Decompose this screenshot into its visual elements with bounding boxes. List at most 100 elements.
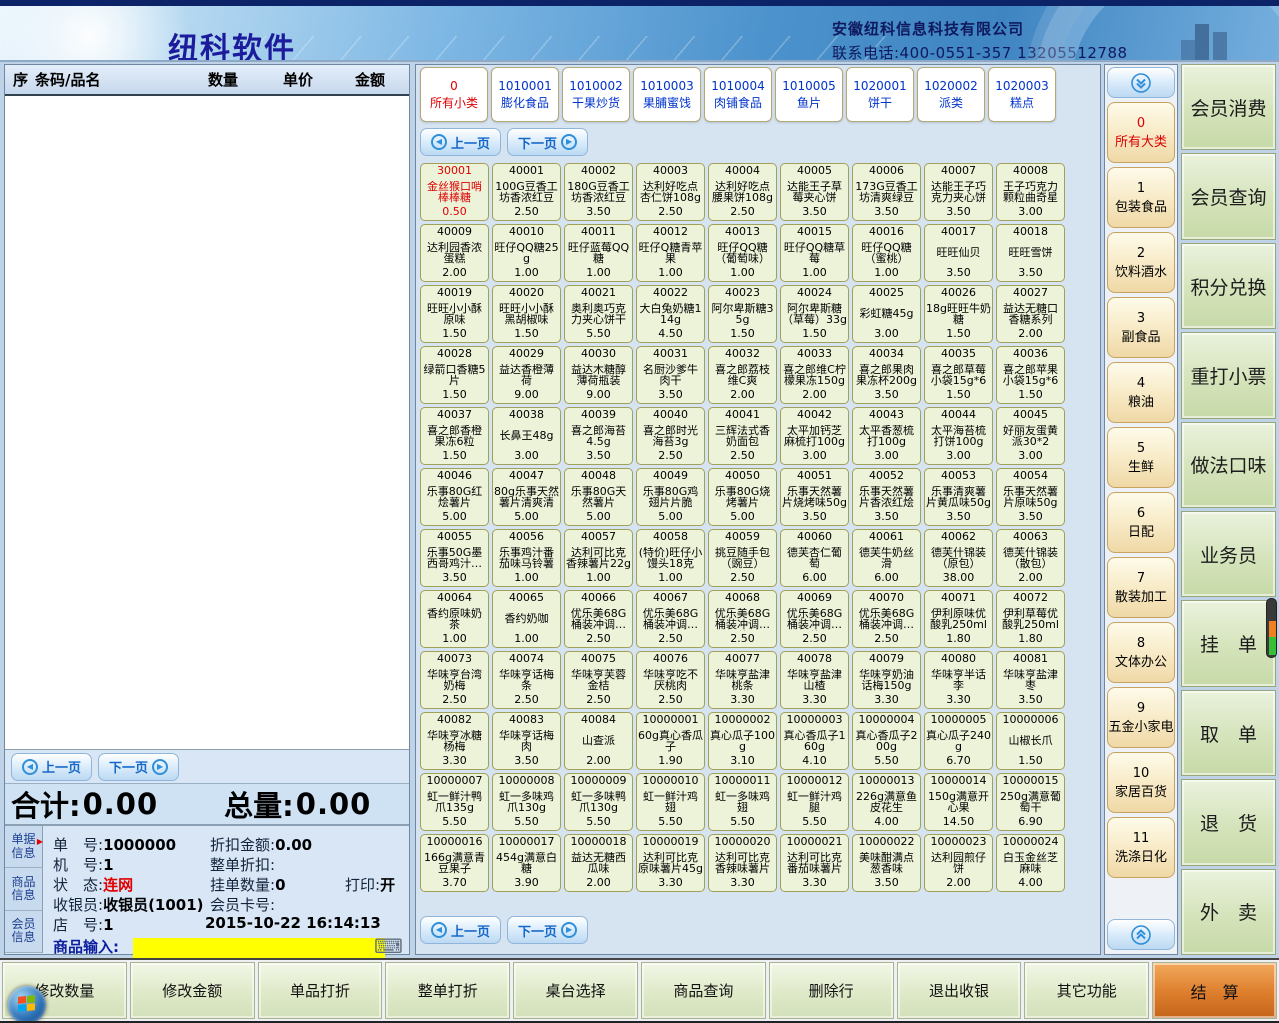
- product-tile[interactable]: 10000017 454g满意白糖 3.90: [492, 834, 561, 892]
- goods-input[interactable]: [133, 938, 385, 958]
- tab-member-info[interactable]: 会员信息: [5, 911, 42, 953]
- product-tile[interactable]: 40017 旺旺仙贝 3.50: [924, 224, 993, 282]
- product-tile[interactable]: 40055 乐事50G墨西哥鸡汁薯片 3.50: [420, 529, 489, 587]
- action-button[interactable]: 结 算: [1152, 962, 1277, 1019]
- main-category-button[interactable]: 11 洗涤日化: [1107, 817, 1175, 878]
- product-tile[interactable]: 10000008 虹一多味鸡爪130g 5.50: [492, 773, 561, 831]
- product-tile[interactable]: 40028 绿箭口香糖5片 1.50: [420, 346, 489, 404]
- product-tile[interactable]: 10000022 美味酣满点葱香味 3.50: [852, 834, 921, 892]
- product-tile[interactable]: 30001 金丝猴口哨棒棒糖 0.50: [420, 163, 489, 221]
- subcategory-button[interactable]: 1010002 干果炒货: [562, 67, 630, 122]
- main-category-button[interactable]: 5 生鲜: [1107, 427, 1175, 488]
- product-tile[interactable]: 40072 伊利草莓优酸乳250ml 1.80: [996, 590, 1065, 648]
- windows-start-button[interactable]: [8, 986, 46, 1023]
- product-tile[interactable]: 40084 山查派 2.00: [564, 712, 633, 770]
- product-tile[interactable]: 40051 乐事天然薯片烧烤味50g 3.50: [780, 468, 849, 526]
- product-tile[interactable]: 40077 华味亨盐津桃条 3.30: [708, 651, 777, 709]
- product-tile[interactable]: 40003 达利好吃点杏仁饼108g 2.50: [636, 163, 705, 221]
- product-tile[interactable]: 40011 旺仔蓝莓QQ糖 1.00: [564, 224, 633, 282]
- function-button[interactable]: 取 单: [1181, 690, 1276, 776]
- subcategory-button[interactable]: 1010005 鱼片: [775, 67, 843, 122]
- main-category-button[interactable]: 0 所有大类: [1107, 102, 1175, 163]
- product-tile[interactable]: 40063 德芙什锦装（散包） 2.00: [996, 529, 1065, 587]
- product-tile[interactable]: 40029 益达香橙薄荷 9.00: [492, 346, 561, 404]
- function-button[interactable]: 退 货: [1181, 779, 1276, 865]
- product-tile[interactable]: 40036 喜之郎苹果小袋15g*6 1.50: [996, 346, 1065, 404]
- subcat-prev-page-button[interactable]: ◀ 上一页: [420, 128, 501, 156]
- product-tile[interactable]: 40053 乐事清爽薯片黄瓜味50g 3.50: [924, 468, 993, 526]
- scroll-up-button[interactable]: [1107, 919, 1175, 950]
- product-tile[interactable]: 40049 乐事80G鸡翅片片脆 5.00: [636, 468, 705, 526]
- product-tile[interactable]: 40033 喜之郎维C柠檬果冻150g 2.00: [780, 346, 849, 404]
- product-tile[interactable]: 40027 益达无糖口香糖系列 2.00: [996, 285, 1065, 343]
- keyboard-icon[interactable]: ⌨: [374, 934, 403, 958]
- product-tile[interactable]: 40079 华味亨奶油话梅150g 3.30: [852, 651, 921, 709]
- product-tile[interactable]: 40058 (特价)旺仔小馒头18克 1.00: [636, 529, 705, 587]
- product-tile[interactable]: 40070 优乐美68G桶装冲调红豆 2.50: [852, 590, 921, 648]
- product-next-page-button[interactable]: 下一页 ▶: [507, 916, 588, 944]
- product-tile[interactable]: 40059 挑豆随手包（豌豆） 2.50: [708, 529, 777, 587]
- product-tile[interactable]: 10000024 白玉金丝芝麻味 4.00: [996, 834, 1065, 892]
- main-category-button[interactable]: 4 粮油: [1107, 362, 1175, 423]
- subcat-next-page-button[interactable]: 下一页 ▶: [507, 128, 588, 156]
- action-button[interactable]: 删除行: [769, 962, 894, 1019]
- action-button[interactable]: 修改金额: [130, 962, 255, 1019]
- main-category-button[interactable]: 2 饮料酒水: [1107, 232, 1175, 293]
- product-tile[interactable]: 40024 阿尔卑斯糖（草莓）33g 1.50: [780, 285, 849, 343]
- product-tile[interactable]: 10000002 真心瓜子100g 3.10: [708, 712, 777, 770]
- product-tile[interactable]: 40074 华味亨话梅条 2.50: [492, 651, 561, 709]
- product-tile[interactable]: 40061 德芙牛奶丝滑 6.00: [852, 529, 921, 587]
- product-tile[interactable]: 40065 香约奶咖 1.00: [492, 590, 561, 648]
- product-tile[interactable]: 10000009 虹一多味鸭爪130g 5.50: [564, 773, 633, 831]
- product-tile[interactable]: 40012 旺仔Q糖青苹果 1.00: [636, 224, 705, 282]
- main-category-button[interactable]: 1 包装食品: [1107, 167, 1175, 228]
- tab-bill-info[interactable]: 单据信息▶: [5, 826, 42, 868]
- cart-prev-page-button[interactable]: ◀ 上一页: [11, 753, 92, 781]
- product-tile[interactable]: 10000001 60g真心香瓜子 1.90: [636, 712, 705, 770]
- action-button[interactable]: 商品查询: [641, 962, 766, 1019]
- product-tile[interactable]: 40067 优乐美68G桶装冲调奶茶 2.50: [636, 590, 705, 648]
- product-tile[interactable]: 40083 华味亨话梅肉 3.50: [492, 712, 561, 770]
- product-tile[interactable]: 40081 华味亨盐津枣 3.50: [996, 651, 1065, 709]
- product-tile[interactable]: 10000005 真心瓜子240g 6.70: [924, 712, 993, 770]
- product-tile[interactable]: 10000013 226g满意鱼皮花生 4.00: [852, 773, 921, 831]
- product-tile[interactable]: 40043 太平香葱梳打100g 3.00: [852, 407, 921, 465]
- product-tile[interactable]: 40026 18g旺旺牛奶糖 1.50: [924, 285, 993, 343]
- product-tile[interactable]: 40021 奥利奥巧克力夹心饼干 5.50: [564, 285, 633, 343]
- scroll-down-button[interactable]: [1107, 67, 1175, 98]
- product-tile[interactable]: 10000007 虹一鲜汁鸭爪135g 5.50: [420, 773, 489, 831]
- product-tile[interactable]: 40035 喜之郎草莓小袋15g*6 1.50: [924, 346, 993, 404]
- product-tile[interactable]: 10000016 166g满意青豆果子 3.70: [420, 834, 489, 892]
- product-tile[interactable]: 40010 旺仔QQ糖25g 1.00: [492, 224, 561, 282]
- product-tile[interactable]: 40054 乐事天然薯片原味50g 3.50: [996, 468, 1065, 526]
- product-tile[interactable]: 40066 优乐美68G桶装冲调麦香 2.50: [564, 590, 633, 648]
- product-tile[interactable]: 40064 香约原味奶茶 1.00: [420, 590, 489, 648]
- cart-item-list[interactable]: [5, 96, 409, 750]
- product-tile[interactable]: 10000014 150g满意开心果 14.50: [924, 773, 993, 831]
- function-button[interactable]: 做法口味: [1181, 422, 1276, 508]
- product-tile[interactable]: 40031 名厨沙爹牛肉干 3.50: [636, 346, 705, 404]
- subcategory-button[interactable]: 1010004 肉铺食品: [704, 67, 772, 122]
- cart-next-page-button[interactable]: 下一页 ▶: [98, 753, 179, 781]
- product-tile[interactable]: 10000019 达利可比克原味薯片45g 3.30: [636, 834, 705, 892]
- action-button[interactable]: 桌台选择: [513, 962, 638, 1019]
- product-tile[interactable]: 40050 乐事80G烧烤薯片 5.00: [708, 468, 777, 526]
- product-tile[interactable]: 10000011 虹一多味鸡翅 5.50: [708, 773, 777, 831]
- product-tile[interactable]: 40005 达能王子草莓夹心饼 3.50: [780, 163, 849, 221]
- product-tile[interactable]: 40073 华味亨台湾奶梅 2.50: [420, 651, 489, 709]
- product-tile[interactable]: 40075 华味亨芙蓉金桔 2.50: [564, 651, 633, 709]
- product-tile[interactable]: 40076 华味亨吃不厌桃肉 2.50: [636, 651, 705, 709]
- product-tile[interactable]: 40007 达能王子巧克力夹心饼 3.50: [924, 163, 993, 221]
- function-button[interactable]: 积分兑换: [1181, 243, 1276, 329]
- product-tile[interactable]: 40069 优乐美68G桶装冲调香芋 2.50: [780, 590, 849, 648]
- product-tile[interactable]: 10000015 250g满意葡萄干 6.90: [996, 773, 1065, 831]
- product-tile[interactable]: 40001 100G豆香工坊香浓红豆 2.50: [492, 163, 561, 221]
- tab-goods-info[interactable]: 商品信息: [5, 868, 42, 910]
- function-button[interactable]: 业务员: [1181, 511, 1276, 597]
- product-tile[interactable]: 40078 华味亨盐津山楂 3.30: [780, 651, 849, 709]
- product-tile[interactable]: 40025 彩虹糖45g 3.00: [852, 285, 921, 343]
- subcategory-button[interactable]: 1010001 膨化食品: [491, 67, 559, 122]
- main-category-button[interactable]: 8 文体办公: [1107, 622, 1175, 683]
- subcategory-button[interactable]: 1020002 派类: [917, 67, 985, 122]
- product-tile[interactable]: 40041 三辉法式香奶面包 2.50: [708, 407, 777, 465]
